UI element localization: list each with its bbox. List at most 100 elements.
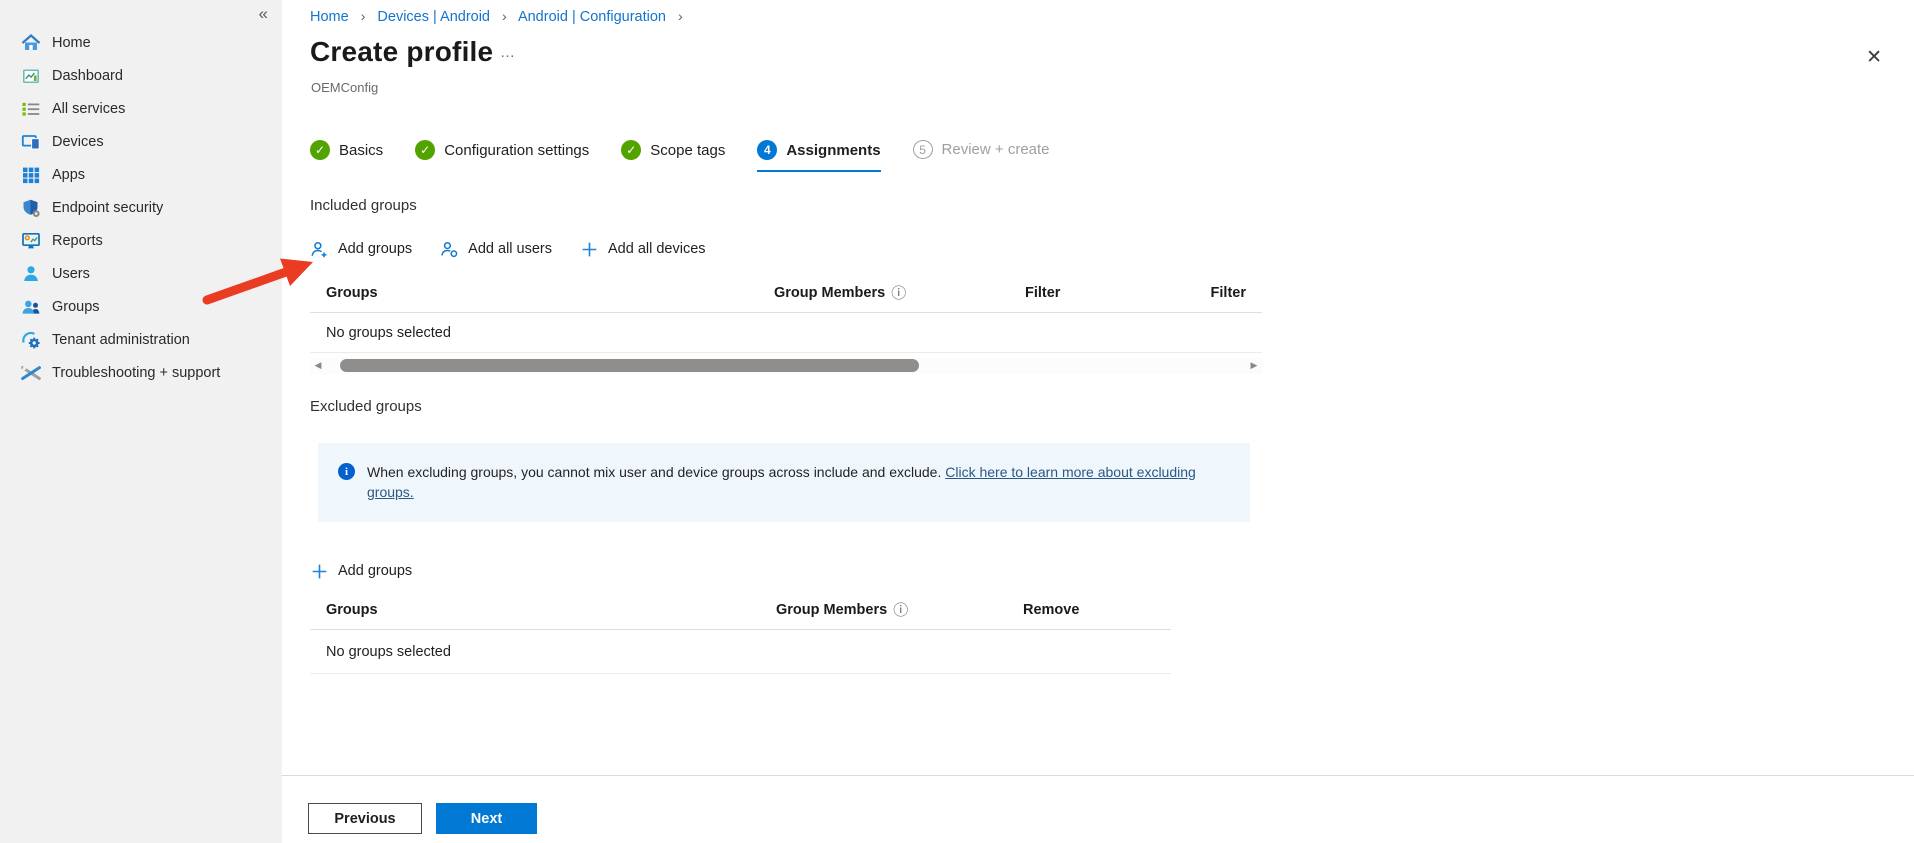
sidebar-item-apps[interactable]: Apps [0,158,282,191]
sidebar-item-label: Devices [52,134,104,150]
sidebar-item-label: All services [52,101,125,117]
empty-state-text: No groups selected [326,644,451,660]
step-label: Configuration settings [444,142,589,159]
breadcrumb-separator: › [361,8,366,24]
excluded-add-groups-button[interactable]: Add groups [310,562,412,581]
sidebar-item-label: Dashboard [52,68,123,84]
add-groups-label: Add groups [338,241,412,257]
step-label: Review + create [942,141,1050,158]
breadcrumb-home[interactable]: Home [310,9,349,25]
info-icon: i [338,463,355,480]
breadcrumb-devices-android[interactable]: Devices | Android [377,9,490,25]
step-number-icon: 4 [757,140,777,160]
devices-icon [21,132,41,152]
sidebar-item-tenant-administration[interactable]: Tenant administration [0,323,282,356]
tenant-admin-icon [21,330,41,350]
included-groups-heading: Included groups [310,197,417,214]
troubleshooting-icon [21,363,41,383]
more-options-icon[interactable]: … [500,44,517,61]
apps-icon [21,165,41,185]
collapse-sidebar-icon[interactable]: « [259,4,268,24]
next-button[interactable]: Next [436,803,537,834]
tab-basics[interactable]: ✓ Basics [310,140,383,172]
all-services-icon [21,99,41,119]
user-icon [21,264,41,284]
page-subtitle: OEMConfig [311,80,378,95]
step-label: Assignments [786,142,880,159]
sidebar-item-label: Users [52,266,90,282]
footer-divider [282,775,1914,776]
plus-icon [580,240,599,259]
step-complete-icon: ✓ [310,140,330,160]
sidebar-item-label: Reports [52,233,103,249]
sidebar-item-label: Groups [52,299,100,315]
excluded-actions: Add groups [310,556,412,586]
excluded-empty-row: No groups selected [310,630,1171,674]
add-all-users-button[interactable]: Add all users [440,240,552,259]
info-icon[interactable]: ⓘ [893,599,908,620]
tab-configuration-settings[interactable]: ✓ Configuration settings [415,140,589,172]
shield-gear-icon [21,198,41,218]
info-banner: i When excluding groups, you cannot mix … [318,443,1250,522]
sidebar-item-reports[interactable]: Reports [0,224,282,257]
previous-button[interactable]: Previous [308,803,422,834]
excluded-add-groups-label: Add groups [338,563,412,579]
tab-review-create[interactable]: 5 Review + create [913,140,1050,171]
add-all-devices-label: Add all devices [608,241,706,257]
breadcrumb-separator: › [502,8,507,24]
plus-icon [310,562,329,581]
scroll-left-icon[interactable]: ◀ [310,360,326,371]
sidebar-item-label: Home [52,35,91,51]
reports-icon [21,231,41,251]
wizard-steps: ✓ Basics ✓ Configuration settings ✓ Scop… [310,140,1050,172]
included-groups-table: Groups Group Membersⓘ Filter Filter No g… [310,273,1262,374]
add-all-devices-button[interactable]: Add all devices [580,240,706,259]
step-label: Scope tags [650,142,725,159]
column-groups: Groups [326,602,776,618]
sidebar-item-label: Tenant administration [52,332,190,348]
sidebar-item-devices[interactable]: Devices [0,125,282,158]
group-icon [21,297,41,317]
breadcrumb-separator: › [678,8,683,24]
scroll-right-icon[interactable]: ▶ [1246,360,1262,371]
close-icon[interactable]: ✕ [1866,48,1882,67]
people-icon [440,240,459,259]
step-number-icon: 5 [913,140,933,159]
column-groups: Groups [326,285,774,301]
sidebar-item-all-services[interactable]: All services [0,92,282,125]
scrollbar-thumb[interactable] [340,359,920,372]
sidebar-item-groups[interactable]: Groups [0,290,282,323]
column-filter: Filter [1025,285,1205,301]
sidebar-item-dashboard[interactable]: Dashboard [0,59,282,92]
sidebar-item-endpoint-security[interactable]: Endpoint security [0,191,282,224]
breadcrumb: Home › Devices | Android › Android | Con… [310,8,691,25]
sidebar-item-users[interactable]: Users [0,257,282,290]
info-icon[interactable]: ⓘ [891,282,906,303]
included-empty-row: No groups selected [310,313,1262,353]
sidebar-item-home[interactable]: Home [0,26,282,59]
add-all-users-label: Add all users [468,241,552,257]
column-group-members: Group Membersⓘ [774,282,1025,303]
add-groups-button[interactable]: Add groups [310,240,412,259]
included-actions: Add groups Add all users Add all devices [310,234,706,264]
dashboard-icon [21,66,41,86]
sidebar-item-label: Troubleshooting + support [52,365,220,381]
tab-scope-tags[interactable]: ✓ Scope tags [621,140,725,172]
sidebar-item-troubleshooting[interactable]: Troubleshooting + support [0,356,282,389]
breadcrumb-android-configuration[interactable]: Android | Configuration [518,9,666,25]
step-complete-icon: ✓ [415,140,435,160]
excluded-groups-table: Groups Group Membersⓘ Remove No groups s… [310,590,1171,674]
included-table-header: Groups Group Membersⓘ Filter Filter [310,273,1262,313]
column-filter-2: Filter [1205,285,1246,301]
tab-assignments[interactable]: 4 Assignments [757,140,880,172]
home-icon [21,33,41,53]
horizontal-scrollbar: ◀ ▶ [310,357,1262,374]
step-complete-icon: ✓ [621,140,641,160]
scrollbar-track[interactable] [326,359,1246,372]
excluded-table-header: Groups Group Membersⓘ Remove [310,590,1171,630]
column-remove: Remove [1023,602,1171,618]
main-content: Home › Devices | Android › Android | Con… [282,0,1914,843]
excluded-groups-heading: Excluded groups [310,398,422,415]
sidebar-item-label: Endpoint security [52,200,163,216]
sidebar: « Home Dashboard All services Devices [0,0,282,843]
